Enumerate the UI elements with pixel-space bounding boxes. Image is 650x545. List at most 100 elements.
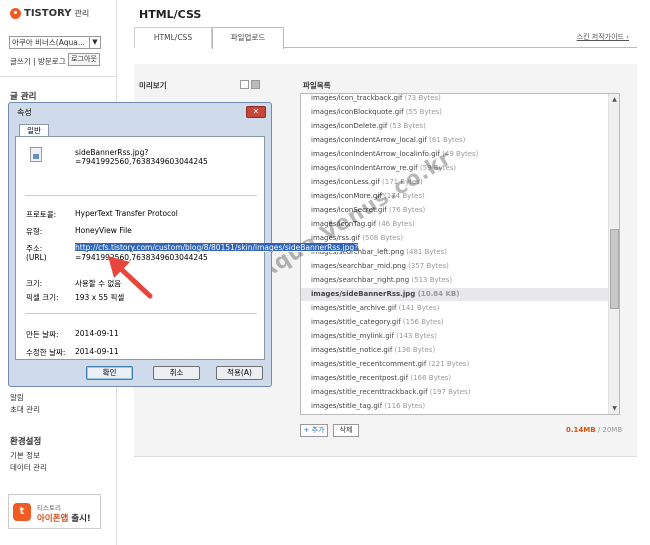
file-name: images/searchbar_mid.png xyxy=(311,262,406,270)
delete-file-button[interactable]: 삭제 xyxy=(333,424,359,437)
file-list-scrollbar[interactable]: ▲ ▼ xyxy=(608,94,619,414)
file-size: (53 Bytes) xyxy=(389,122,426,130)
file-name: images/searchbar_right.png xyxy=(311,276,410,284)
protocol-value: HyperText Transfer Protocol xyxy=(75,209,178,218)
ok-button[interactable]: 확인 xyxy=(86,366,133,380)
file-size: (136 Bytes) xyxy=(394,346,436,354)
file-list-item[interactable]: images/stitle_tag.gif (116 Bytes) xyxy=(311,400,425,413)
file-size: (197 Bytes) xyxy=(429,388,471,396)
file-list-item[interactable]: images/stitle_recentcomment.gif (221 Byt… xyxy=(311,358,469,371)
file-size: (513 Bytes) xyxy=(411,276,453,284)
file-name: images/icon_trackback.gif xyxy=(311,94,403,102)
file-size: (141 Bytes) xyxy=(398,304,440,312)
file-size: (221 Bytes) xyxy=(428,360,470,368)
sidebar-section-posts[interactable]: 글 관리 xyxy=(10,90,36,102)
banner-line2: 아이폰앱 출시! xyxy=(37,512,91,524)
skin-guide-link[interactable]: 스킨 저작가이드 › xyxy=(577,32,629,42)
sidebar-divider xyxy=(0,76,117,77)
file-size: (143 Bytes) xyxy=(396,332,437,340)
file-name: images/stitle_notice.gif xyxy=(311,346,393,354)
file-name: images/stitle_archive.gif xyxy=(311,304,397,312)
file-list-item[interactable]: images/stitle_recenttrackback.gif (197 B… xyxy=(311,386,470,399)
file-list-item[interactable]: images/iconBlockquote.gif (55 Bytes) xyxy=(311,106,442,119)
sidebar-item-notifications[interactable]: 알림 xyxy=(10,392,24,403)
file-size: (46 Bytes) xyxy=(378,220,415,228)
file-list[interactable]: images/icon_trackback.gif (73 Bytes) imag… xyxy=(300,93,620,415)
file-list-item[interactable]: images/iconDelete.gif (53 Bytes) xyxy=(311,120,426,133)
apply-button[interactable]: 적용(A) xyxy=(216,366,263,380)
file-list-item[interactable]: images/stitle_mylink.gif (143 Bytes) xyxy=(311,330,437,343)
file-list-item[interactable]: images/stitle_notice.gif (136 Bytes) xyxy=(311,344,435,357)
close-icon[interactable]: ✕ xyxy=(246,106,266,118)
file-name: images/iconIndentArrow_localinfo.gif xyxy=(311,150,440,158)
banner-app-text: 아이폰앱 xyxy=(37,514,69,524)
iphone-app-banner[interactable]: t 티스토리 아이폰앱 출시! xyxy=(8,494,101,529)
file-size: (481 Bytes) xyxy=(406,248,447,256)
logo-text: TISTORY xyxy=(24,7,72,19)
add-file-button[interactable]: + 추가 xyxy=(300,424,328,437)
file-name: images/stitle_tag.gif xyxy=(311,402,383,410)
sidebar-item-data-management[interactable]: 데이터 관리 xyxy=(10,462,47,473)
sidebar-item-invites[interactable]: 초대 관리 xyxy=(10,404,40,415)
file-size: (10.84 KB) xyxy=(417,290,460,298)
file-list-item[interactable]: images/searchbar_mid.png (357 Bytes) xyxy=(311,260,449,273)
dialog-filename: sideBannerRss.jpg?=7941992560,7638349603… xyxy=(75,148,208,166)
blog-select[interactable]: 아쿠아 비너스(Aqua... ▼ xyxy=(9,36,101,49)
protocol-label: 프로토콜: xyxy=(26,210,57,219)
file-list-item[interactable]: images/stitle_category.gif (156 Bytes) xyxy=(311,316,444,329)
file-size: (116 Bytes) xyxy=(384,402,426,410)
preview-toggle-empty[interactable] xyxy=(240,80,249,89)
file-list-item[interactable]: images/searchbar_right.png (513 Bytes) xyxy=(311,274,452,287)
file-name: images/stitle_recenttrackback.gif xyxy=(311,388,428,396)
file-size: (76 Bytes) xyxy=(389,206,426,214)
tab-bar: HTML/CSS 파일업로드 스킨 저작가이드 › xyxy=(134,27,637,49)
blog-select-value: 아쿠아 비너스(Aqua... xyxy=(12,38,85,47)
tistory-app-icon: t xyxy=(13,503,31,521)
file-list-item[interactable]: images/icon_trackback.gif (73 Bytes) xyxy=(311,94,441,105)
chevron-down-icon: ▼ xyxy=(89,37,100,48)
write-visit-links[interactable]: 글쓰기 | 방문로그 xyxy=(10,56,66,67)
type-value: HoneyView File xyxy=(75,226,132,235)
dialog-title: 속성 xyxy=(17,108,32,117)
scroll-down-icon[interactable]: ▼ xyxy=(609,403,619,414)
modified-label: 수정한 날짜: xyxy=(26,348,66,357)
preview-toggle-filled[interactable] xyxy=(251,80,260,89)
file-list-item[interactable]: images/stitle_archive.gif (141 Bytes) xyxy=(311,302,439,315)
scroll-thumb[interactable] xyxy=(610,229,619,309)
properties-dialog[interactable]: 속성 ✕ 일반 sideBannerRss.jpg?=7941992560,76… xyxy=(8,102,359,387)
file-name: images/iconDelete.gif xyxy=(311,122,388,130)
cancel-button[interactable]: 취소 xyxy=(153,366,200,380)
pixel-size-label: 픽셀 크기: xyxy=(26,293,59,302)
file-name: images/iconIndentArrow_local.gif xyxy=(311,136,427,144)
file-icon xyxy=(30,147,42,162)
scroll-up-icon[interactable]: ▲ xyxy=(609,94,619,105)
sidebar-section-settings[interactable]: 환경설정 xyxy=(10,435,41,447)
file-name: images/stitle_recentcomment.gif xyxy=(311,360,427,368)
created-value: 2014-09-11 xyxy=(75,329,119,338)
file-size: (156 Bytes) xyxy=(402,318,444,326)
file-list-label: 파일목록 xyxy=(303,81,331,90)
file-list-item[interactable]: images/iconIndentArrow_localinfo.gif (49… xyxy=(311,148,478,161)
preview-label: 미리보기 xyxy=(139,81,167,90)
storage-usage: 0.14MB / 20MB xyxy=(566,426,622,434)
banner-launch-text: 출시! xyxy=(71,514,91,524)
file-size: (166 Bytes) xyxy=(410,374,452,382)
modified-value: 2014-09-11 xyxy=(75,347,119,356)
file-name: images/iconBlockquote.gif xyxy=(311,108,404,116)
file-name: images/stitle_recentpost.gif xyxy=(311,374,409,382)
file-size: (508 Bytes) xyxy=(362,234,403,242)
file-name: images/stitle_category.gif xyxy=(311,318,401,326)
tistory-logo[interactable]: TISTORY 관리 xyxy=(10,6,89,20)
preview-toggles xyxy=(240,80,260,89)
logout-button[interactable]: 로그아웃 xyxy=(68,53,100,66)
file-list-item[interactable]: images/stitle_recentpost.gif (166 Bytes) xyxy=(311,372,451,385)
arrow-annotation-icon xyxy=(108,256,153,299)
banner-line1: 티스토리 xyxy=(37,504,61,512)
file-list-item[interactable]: images/sideBannerRss.jpg (10.84 KB) xyxy=(301,288,608,301)
file-name: images/sideBannerRss.jpg xyxy=(311,290,416,298)
tab-html-css[interactable]: HTML/CSS xyxy=(134,27,212,48)
dialog-divider xyxy=(25,195,257,196)
file-size: (55 Bytes) xyxy=(405,108,443,116)
sidebar-item-basic-info[interactable]: 기본 정보 xyxy=(10,450,40,461)
tab-file-upload[interactable]: 파일업로드 xyxy=(212,27,284,49)
